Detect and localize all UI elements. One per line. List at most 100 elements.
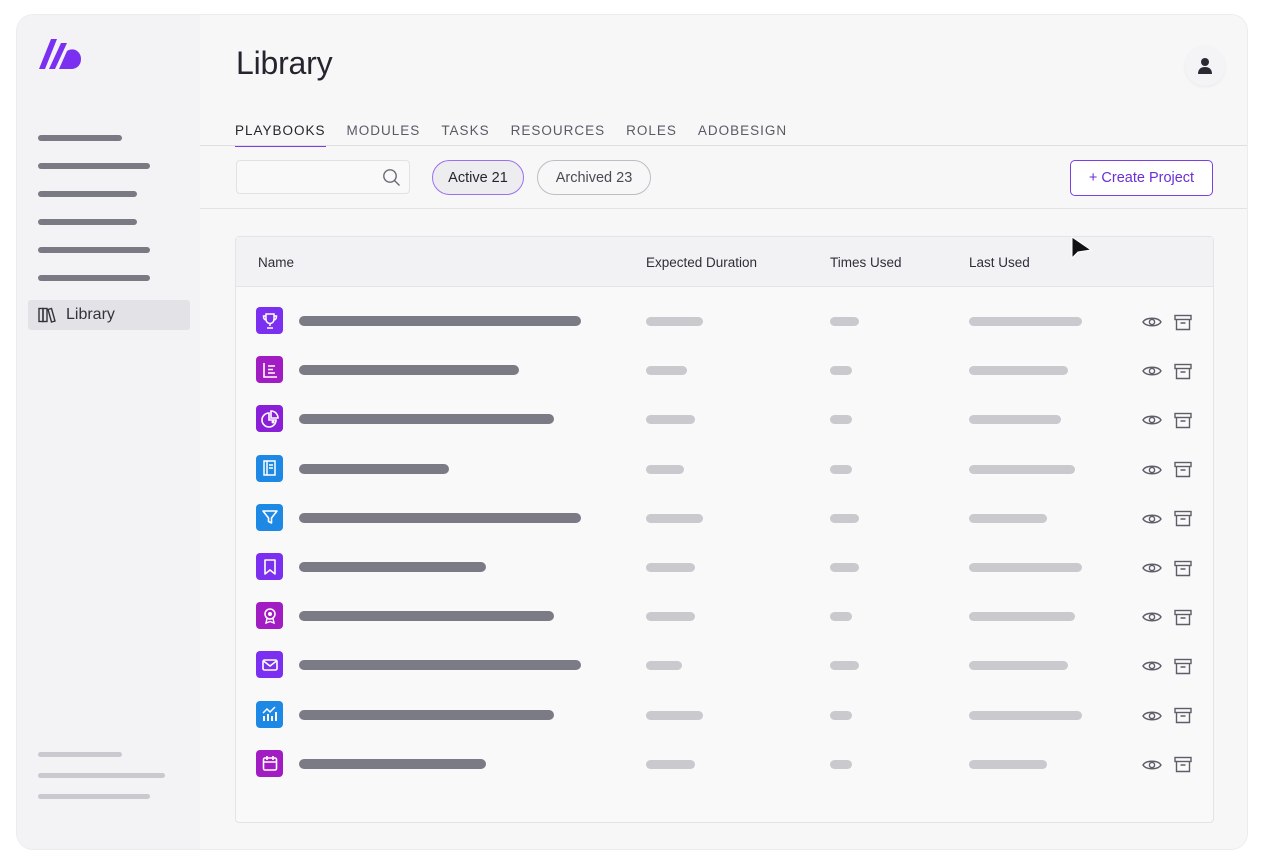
row-times-used-placeholder (830, 415, 852, 425)
row-last-used-placeholder (969, 317, 1082, 326)
award-icon (256, 602, 283, 630)
tab-roles[interactable]: ROLES (626, 123, 677, 147)
view-icon[interactable] (1141, 409, 1163, 431)
nav-item-placeholder[interactable] (38, 191, 137, 197)
archive-icon[interactable] (1172, 508, 1194, 530)
nav-item-placeholder[interactable] (38, 135, 122, 141)
archive-icon[interactable] (1172, 557, 1194, 579)
column-header-times-used[interactable]: Times Used (830, 255, 902, 270)
row-name-placeholder[interactable] (299, 562, 486, 572)
archive-icon[interactable] (1172, 754, 1194, 776)
view-icon[interactable] (1141, 655, 1163, 677)
search-input[interactable] (237, 161, 377, 193)
row-last-used-placeholder (969, 366, 1068, 376)
table-row[interactable] (236, 592, 1213, 641)
row-last-used-placeholder (969, 513, 1047, 523)
filter-icon (256, 503, 283, 531)
nav-item-placeholder[interactable] (38, 163, 150, 169)
column-header-last-used[interactable]: Last Used (969, 255, 1030, 270)
row-name-placeholder[interactable] (299, 611, 554, 622)
row-name-placeholder[interactable] (299, 709, 554, 720)
tab-resources[interactable]: RESOURCES (511, 123, 606, 147)
nav-item-placeholder[interactable] (38, 247, 150, 253)
row-duration-placeholder (646, 759, 695, 769)
tab-modules[interactable]: MODULES (347, 123, 421, 147)
row-duration-placeholder (646, 464, 684, 474)
book-icon (256, 454, 283, 482)
archive-icon[interactable] (1172, 409, 1194, 431)
table-row[interactable] (236, 543, 1213, 592)
table-row[interactable] (236, 445, 1213, 494)
row-duration-placeholder (646, 513, 703, 523)
row-times-used-placeholder (830, 612, 852, 622)
table-row[interactable] (236, 691, 1213, 740)
row-last-used-placeholder (969, 415, 1061, 425)
mouse-cursor-icon (1071, 236, 1093, 260)
view-icon[interactable] (1141, 311, 1163, 333)
playbooks-table: Name Expected Duration Times Used Last U… (235, 236, 1214, 823)
tab-tasks[interactable]: TASKS (441, 123, 489, 147)
row-name-placeholder[interactable] (299, 414, 554, 425)
table-row[interactable] (236, 297, 1213, 346)
archive-icon[interactable] (1172, 705, 1194, 727)
view-icon[interactable] (1141, 508, 1163, 530)
row-name-placeholder[interactable] (299, 758, 486, 769)
filter-active-pill[interactable]: Active 21 (432, 160, 524, 195)
nav-item-placeholder[interactable] (38, 275, 150, 281)
row-duration-placeholder (646, 612, 695, 622)
view-icon[interactable] (1141, 705, 1163, 727)
table-row[interactable] (236, 740, 1213, 789)
sidebar-item-library[interactable]: Library (28, 300, 190, 330)
row-times-used-placeholder (830, 317, 859, 326)
nav-item-placeholder[interactable] (38, 219, 137, 225)
row-name-placeholder[interactable] (299, 660, 581, 671)
analytics-icon (256, 700, 283, 728)
tab-playbooks[interactable]: PLAYBOOKS (235, 123, 326, 147)
view-icon[interactable] (1141, 754, 1163, 776)
row-name-placeholder[interactable] (299, 512, 581, 523)
archive-icon[interactable] (1172, 655, 1194, 677)
row-duration-placeholder (646, 415, 695, 425)
row-duration-placeholder (646, 366, 687, 376)
bookmark-icon (256, 553, 283, 580)
row-last-used-placeholder (969, 661, 1068, 671)
row-times-used-placeholder (830, 710, 852, 720)
row-name-placeholder[interactable] (299, 463, 449, 474)
view-icon[interactable] (1141, 360, 1163, 382)
view-icon[interactable] (1141, 557, 1163, 579)
avatar[interactable] (1185, 46, 1225, 86)
page-title: Library (236, 45, 333, 81)
main-content: Library PLAYBOOKS MODULES TASKS RESOURCE… (200, 15, 1247, 849)
table-row[interactable] (236, 641, 1213, 690)
view-icon[interactable] (1141, 459, 1163, 481)
archive-icon[interactable] (1172, 606, 1194, 628)
row-times-used-placeholder (830, 464, 852, 474)
list-icon (256, 356, 283, 384)
archive-icon[interactable] (1172, 459, 1194, 481)
filter-archived-pill[interactable]: Archived 23 (537, 160, 651, 195)
brand-logo-icon[interactable] (37, 35, 83, 71)
archive-icon[interactable] (1172, 311, 1194, 333)
table-row[interactable] (236, 346, 1213, 395)
row-name-placeholder[interactable] (299, 316, 581, 326)
row-duration-placeholder (646, 563, 695, 572)
pie-chart-icon (256, 405, 283, 433)
table-row[interactable] (236, 494, 1213, 543)
divider (200, 145, 1247, 146)
calendar-icon (256, 749, 283, 777)
column-header-name[interactable]: Name (258, 255, 294, 270)
footer-placeholder (38, 752, 122, 757)
books-icon (38, 307, 56, 323)
footer-placeholder (38, 773, 165, 778)
trophy-icon (256, 307, 283, 334)
row-duration-placeholder (646, 661, 682, 671)
column-header-expected-duration[interactable]: Expected Duration (646, 255, 757, 270)
tab-adobesign[interactable]: ADOBESIGN (698, 123, 787, 147)
table-row[interactable] (236, 395, 1213, 444)
archive-icon[interactable] (1172, 360, 1194, 382)
row-name-placeholder[interactable] (299, 365, 519, 376)
search-icon[interactable] (382, 168, 401, 187)
tab-bar: PLAYBOOKS MODULES TASKS RESOURCES ROLES … (235, 123, 787, 147)
create-project-button[interactable]: + Create Project (1070, 160, 1213, 196)
view-icon[interactable] (1141, 606, 1163, 628)
